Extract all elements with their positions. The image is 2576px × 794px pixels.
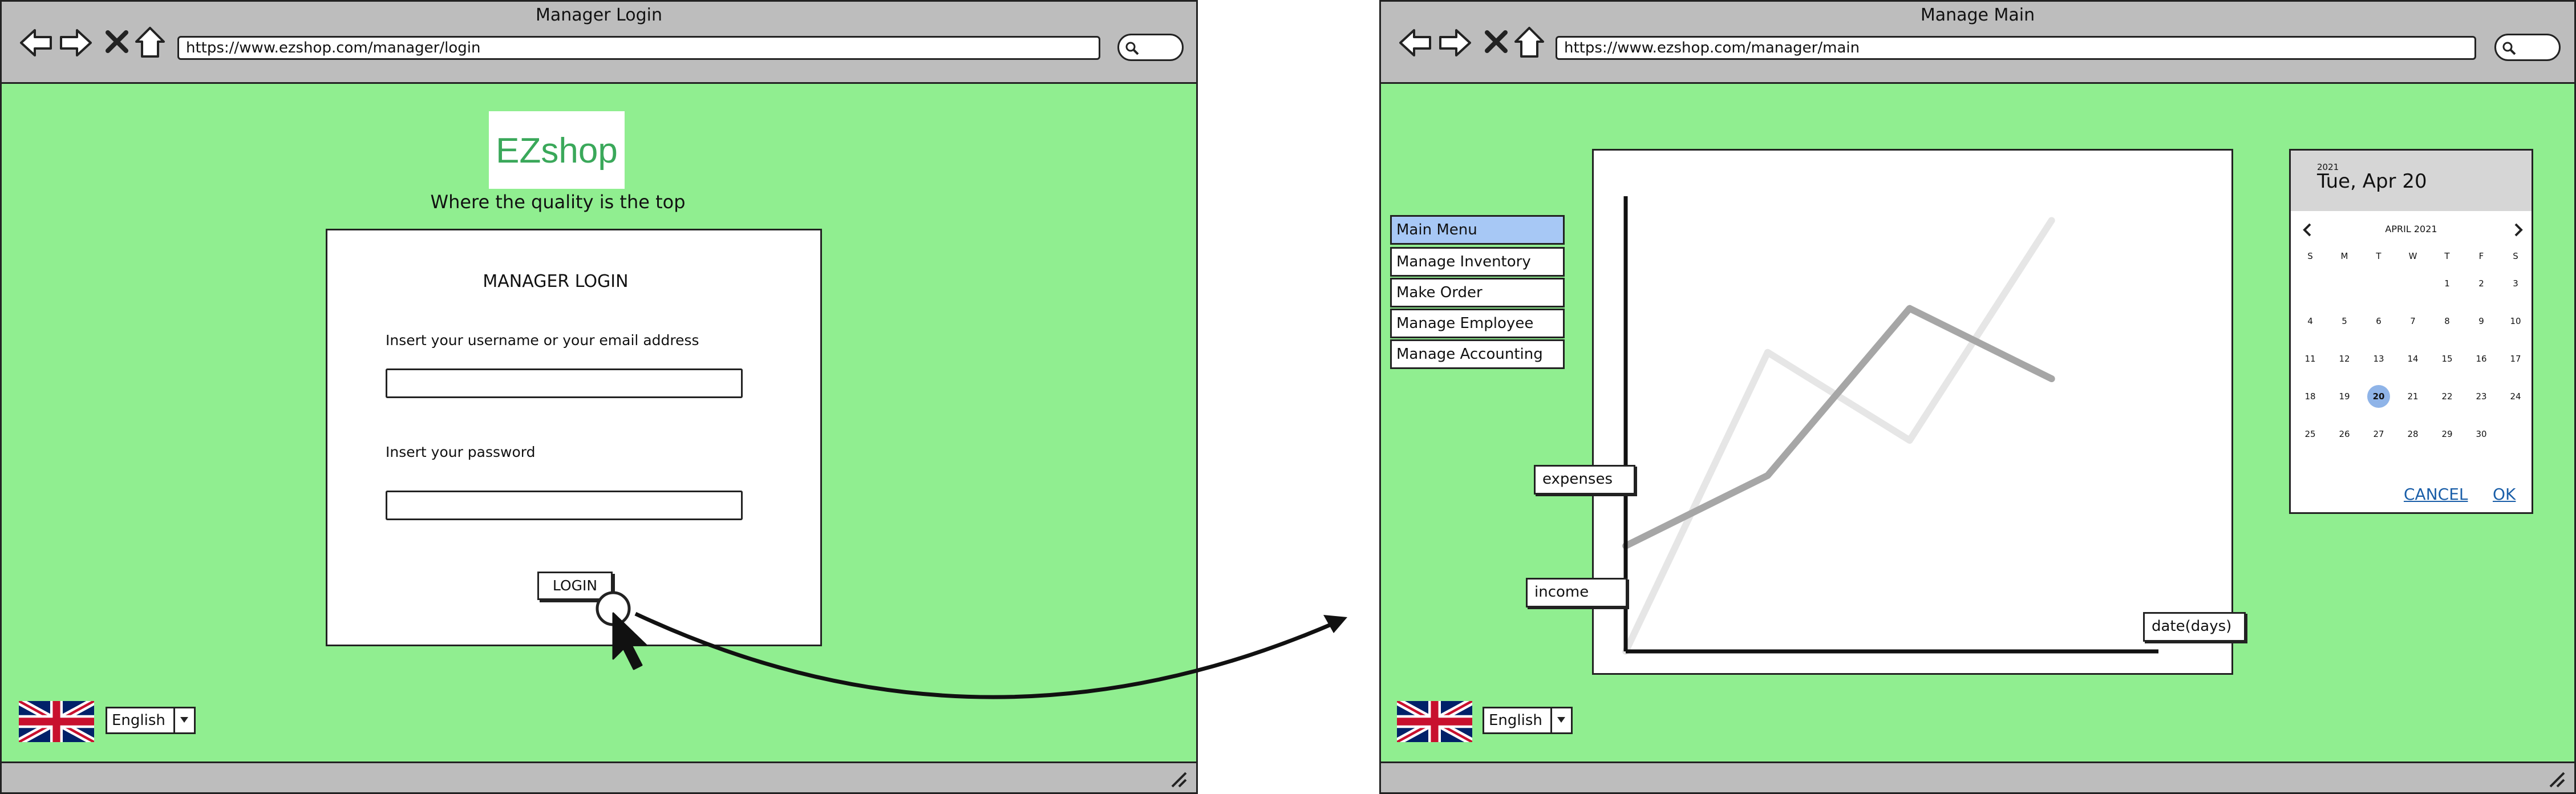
calendar-day[interactable]: 15 bbox=[2436, 347, 2458, 370]
menu-item-manage-employee[interactable]: Manage Employee bbox=[1390, 309, 1565, 338]
calendar-day[interactable]: 7 bbox=[2401, 310, 2424, 333]
status-bar bbox=[2, 761, 1196, 792]
side-menu: Main Menu Manage Inventory Make Order Ma… bbox=[1390, 215, 1565, 374]
weekday-header: W bbox=[2408, 251, 2417, 261]
language-select[interactable]: English bbox=[106, 707, 196, 734]
logo: EZshop bbox=[489, 111, 625, 189]
calendar-day[interactable]: 5 bbox=[2333, 310, 2356, 333]
calendar-day[interactable]: 29 bbox=[2436, 423, 2458, 445]
x-axis-label: date(days) bbox=[2143, 612, 2246, 642]
weekday-header: T bbox=[2444, 251, 2450, 261]
address-bar[interactable]: https://www.ezshop.com/manager/login bbox=[177, 36, 1100, 60]
window-title: Manager Login bbox=[536, 5, 662, 25]
logo-text: EZshop bbox=[496, 131, 618, 171]
calendar-day[interactable]: 16 bbox=[2470, 347, 2493, 370]
weekday-header: S bbox=[2307, 251, 2313, 261]
calendar-day[interactable]: 30 bbox=[2470, 423, 2493, 445]
username-input[interactable] bbox=[386, 368, 743, 398]
menu-item-make-order[interactable]: Make Order bbox=[1390, 278, 1565, 307]
calendar-day[interactable]: 11 bbox=[2299, 347, 2322, 370]
weekday-header: T bbox=[2376, 251, 2381, 261]
calendar-day[interactable]: 23 bbox=[2470, 385, 2493, 408]
dropdown-arrow-icon bbox=[180, 717, 188, 723]
menu-item-manage-accounting[interactable]: Manage Accounting bbox=[1390, 339, 1565, 369]
status-bar bbox=[1381, 761, 2574, 792]
calendar-day[interactable]: 26 bbox=[2333, 423, 2356, 445]
income-label: income bbox=[1526, 578, 1627, 607]
home-icon[interactable] bbox=[1513, 26, 1545, 60]
ok-button[interactable]: OK bbox=[2493, 485, 2516, 504]
language-select[interactable]: English bbox=[1483, 707, 1573, 734]
calendar-day[interactable]: 9 bbox=[2470, 310, 2493, 333]
calendar-day[interactable]: 1 bbox=[2436, 272, 2458, 295]
calendar-day[interactable]: 21 bbox=[2401, 385, 2424, 408]
calendar-day[interactable]: 2 bbox=[2470, 272, 2493, 295]
search-icon bbox=[1125, 42, 1139, 55]
expenses-label: expenses bbox=[1534, 465, 1635, 495]
calendar-day[interactable]: 6 bbox=[2367, 310, 2390, 333]
back-arrow-icon[interactable] bbox=[1397, 25, 1433, 61]
password-label: Insert your password bbox=[386, 444, 536, 460]
calendar-day[interactable]: 22 bbox=[2436, 385, 2458, 408]
resize-grip-icon[interactable] bbox=[1168, 768, 1188, 789]
search-icon bbox=[2502, 42, 2516, 55]
back-arrow-icon[interactable] bbox=[18, 25, 54, 61]
uk-flag-icon bbox=[1397, 701, 1472, 742]
forward-arrow-icon[interactable] bbox=[1437, 25, 1473, 61]
calendar-day[interactable]: 24 bbox=[2504, 385, 2527, 408]
browser-toolbar: Manager Login https://www.ezshop.com/man… bbox=[2, 2, 1196, 84]
date-picker-grid: S M T W T F S 1 2 3 4 5 6 7 8 9 10 11 12 13 14 15 16 17 18 19 20 21… bbox=[2291, 151, 2532, 470]
chart-panel bbox=[1592, 149, 2233, 675]
resize-grip-icon[interactable] bbox=[2546, 768, 2566, 789]
menu-item-main-menu[interactable]: Main Menu bbox=[1390, 215, 1565, 245]
language-value: English bbox=[112, 712, 165, 729]
dropdown-arrow-icon bbox=[1557, 717, 1565, 723]
calendar-day[interactable]: 18 bbox=[2299, 385, 2322, 408]
password-input[interactable] bbox=[386, 491, 743, 520]
calendar-day[interactable]: 13 bbox=[2367, 347, 2390, 370]
menu-item-manage-inventory[interactable]: Manage Inventory bbox=[1390, 247, 1565, 277]
series-line-income bbox=[1622, 217, 2055, 655]
username-label: Insert your username or your email addre… bbox=[386, 332, 699, 349]
language-value: English bbox=[1489, 712, 1542, 729]
calendar-day[interactable]: 3 bbox=[2504, 272, 2527, 295]
cancel-button[interactable]: CANCEL bbox=[2404, 485, 2468, 504]
transition-arrow bbox=[634, 611, 1347, 699]
calendar-day[interactable]: 17 bbox=[2504, 347, 2527, 370]
browser-toolbar: Manage Main https://www.ezshop.com/manag… bbox=[1381, 2, 2574, 84]
calendar-day[interactable]: 27 bbox=[2367, 423, 2390, 445]
calendar-day[interactable]: 28 bbox=[2401, 423, 2424, 445]
tagline: Where the quality is the top bbox=[430, 191, 686, 213]
date-picker: 2021 Tue, Apr 20 APRIL 2021 SMTWTFS12345… bbox=[2289, 149, 2533, 514]
calendar-day[interactable]: 4 bbox=[2299, 310, 2322, 333]
search-box[interactable] bbox=[1117, 34, 1184, 61]
calendar-day[interactable]: 8 bbox=[2436, 310, 2458, 333]
uk-flag-icon bbox=[19, 701, 94, 742]
calendar-day[interactable]: 25 bbox=[2299, 423, 2322, 445]
language-dropdown-button[interactable] bbox=[1550, 708, 1571, 732]
language-dropdown-button[interactable] bbox=[173, 708, 194, 732]
calendar-day[interactable]: 10 bbox=[2504, 310, 2527, 333]
weekday-header: F bbox=[2478, 251, 2484, 261]
main-window: Manage Main https://www.ezshop.com/manag… bbox=[1379, 0, 2576, 794]
login-heading: MANAGER LOGIN bbox=[483, 272, 629, 291]
window-title: Manage Main bbox=[1920, 5, 2035, 25]
weekday-header: S bbox=[2513, 251, 2518, 261]
calendar-day[interactable]: 12 bbox=[2333, 347, 2356, 370]
line-chart bbox=[1622, 196, 2158, 655]
address-bar[interactable]: https://www.ezshop.com/manager/main bbox=[1556, 36, 2476, 60]
search-box[interactable] bbox=[2494, 34, 2561, 61]
login-form: MANAGER LOGIN Insert your username or yo… bbox=[326, 229, 822, 646]
forward-arrow-icon[interactable] bbox=[58, 25, 94, 61]
close-x-icon[interactable] bbox=[1483, 28, 1510, 55]
close-x-icon[interactable] bbox=[103, 28, 131, 55]
weekday-header: M bbox=[2340, 251, 2348, 261]
calendar-day[interactable]: 19 bbox=[2333, 385, 2356, 408]
calendar-day[interactable]: 14 bbox=[2401, 347, 2424, 370]
home-icon[interactable] bbox=[134, 26, 166, 60]
calendar-day-selected[interactable]: 20 bbox=[2367, 385, 2390, 408]
